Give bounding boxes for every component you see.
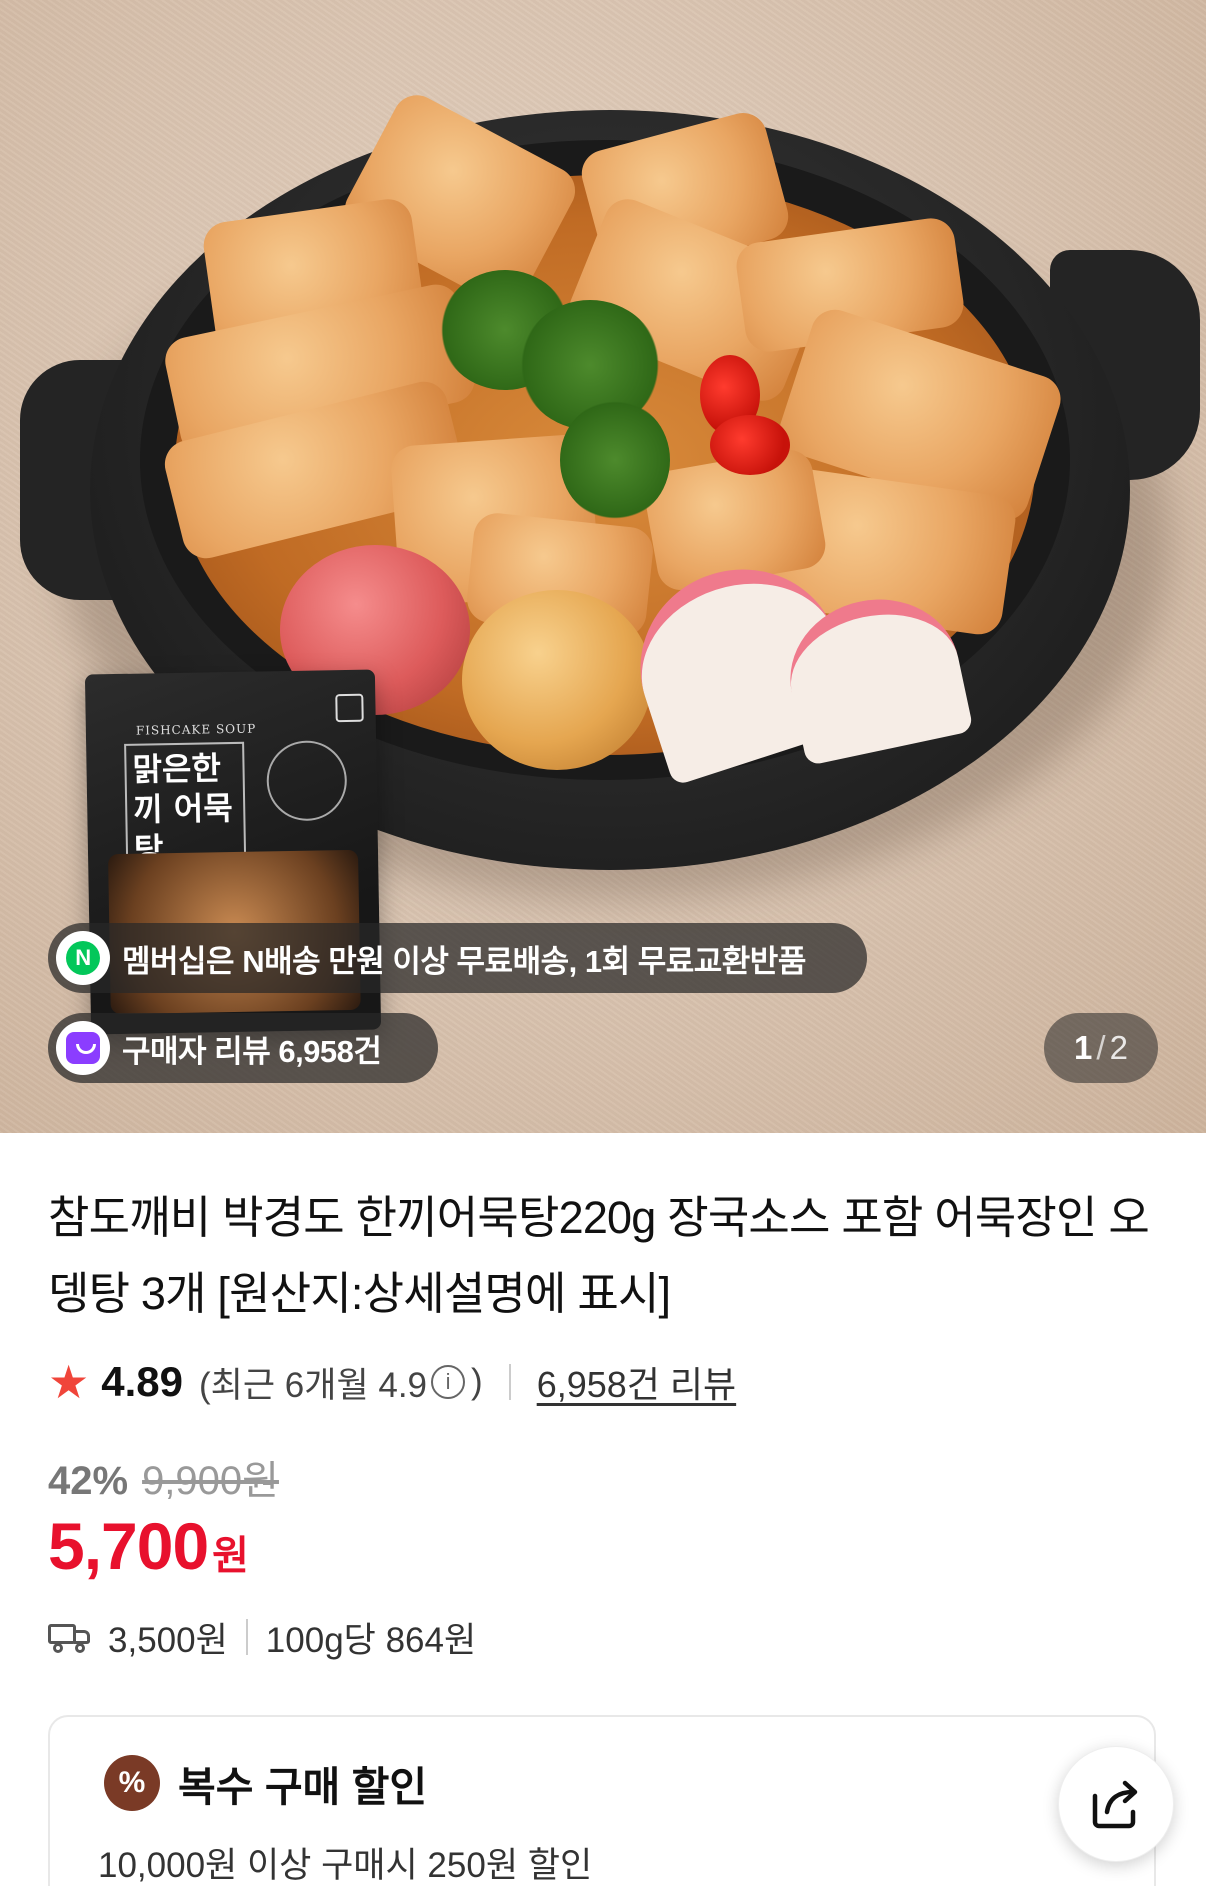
shopping-bag-icon [56,1021,110,1075]
divider [508,1364,511,1400]
current-page: 1 [1074,1029,1093,1066]
sale-price-row: 5,700 원 [48,1508,249,1584]
premium-badge [266,740,348,822]
multi-purchase-discount-card[interactable]: % 복수 구매 할인 10,000원 이상 구매시 250원 할인 [48,1715,1156,1886]
promo-title: 복수 구매 할인 [178,1764,428,1810]
share-button[interactable] [1058,1746,1174,1862]
page-separator: / [1096,1029,1106,1066]
buyer-review-text: 구매자 리뷰 6,958건 [122,1033,382,1069]
discount-row: 42% 9,900원 [48,1448,279,1506]
package-label-en: FISHCAKE SOUP [135,721,257,738]
rating-value: 4.89 [101,1358,183,1405]
share-icon [1092,1780,1138,1829]
percent-icon: % [104,1755,160,1811]
unit-price: 100g당 864원 [265,1620,477,1660]
promo-description: 10,000원 이상 구매시 250원 할인 [98,1846,593,1885]
recent-rating-prefix: (최근 6개월 4.9 [199,1365,428,1405]
recent-rating-suffix: ) [471,1362,483,1401]
membership-benefit-chip[interactable]: N 멤버십은 N배송 만원 이상 무료배송, 1회 무료교환반품 [48,923,867,993]
discount-rate: 42% [48,1459,129,1503]
original-price: 9,900원 [142,1459,279,1503]
membership-benefit-text: 멤버십은 N배송 만원 이상 무료배송, 1회 무료교환반품 [122,943,806,979]
naver-n-icon: N [56,931,110,985]
divider [245,1619,248,1655]
brand-logo [335,693,364,723]
truck-icon [48,1622,92,1653]
info-icon[interactable]: i [431,1365,466,1399]
sale-price-unit: 원 [212,1534,249,1578]
product-title: 참도깨비 박경도 한끼어묵탕220g 장국소스 포함 어묵장인 오뎅탕 3개 [… [48,1192,1150,1319]
star-icon: ★ [48,1356,90,1408]
product-image-carousel[interactable]: FISHCAKE SOUP 맑은한끼 어묵탕 N 멤버십은 N배송 만원 이상 … [0,0,1206,1133]
review-count-link[interactable]: 6,958건 리뷰 [537,1356,736,1408]
image-page-indicator: 1 / 2 [1044,1013,1158,1083]
buyer-review-chip[interactable]: 구매자 리뷰 6,958건 [48,1013,438,1083]
promo-header: % 복수 구매 할인 [104,1753,427,1813]
shipping-fee: 3,500원 [108,1620,228,1660]
total-pages: 2 [1109,1029,1128,1066]
chili-slice [710,415,790,475]
parsley [560,400,670,520]
fishball [462,590,652,770]
rating-row: ★ 4.89 (최근 6개월 4.9 i ) 6,958건 리뷰 [48,1355,736,1409]
shipping-row: 3,500원 100g당 864원 [48,1612,476,1662]
sale-price: 5,700 [48,1509,209,1583]
